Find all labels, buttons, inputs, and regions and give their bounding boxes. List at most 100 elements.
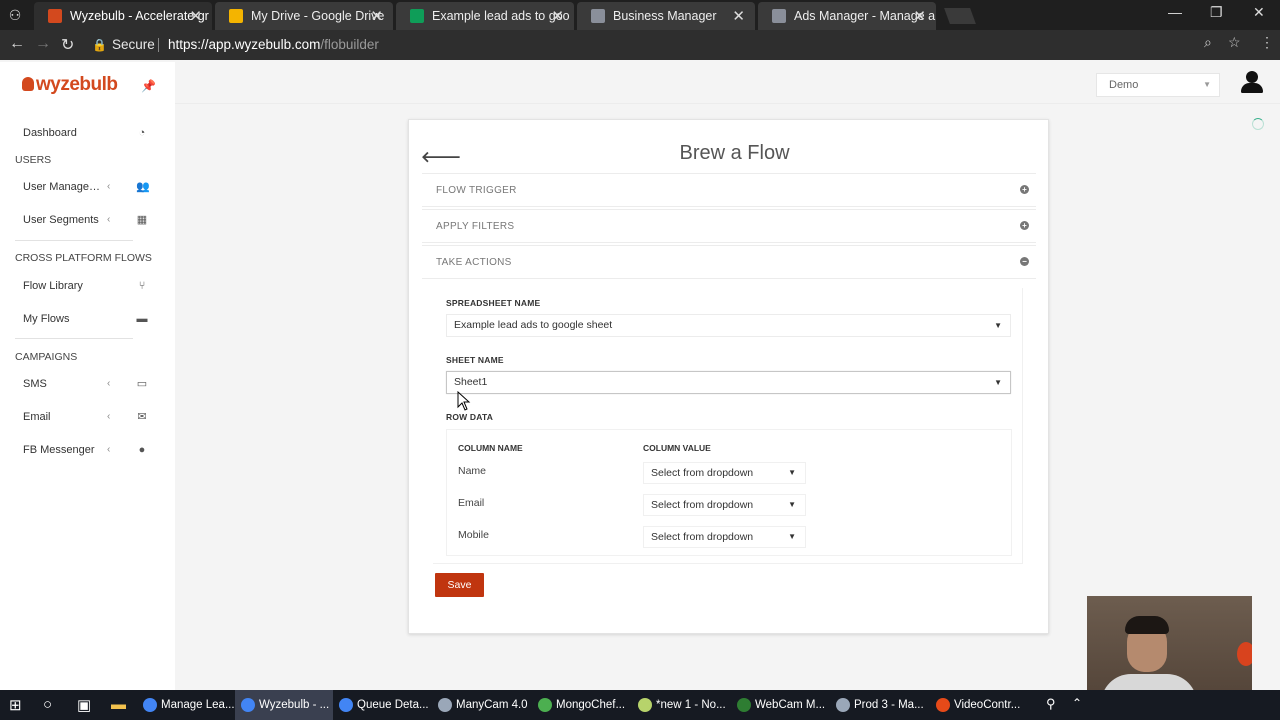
row-name-cell: Name [458, 465, 487, 477]
section-flow-trigger[interactable]: FLOW TRIGGER + [422, 173, 1036, 207]
zoom-icon[interactable]: ⌕ [1204, 34, 1212, 51]
column-value-select[interactable]: Select from dropdown ▼ [643, 526, 806, 548]
browser-tab-strip: ⚇ Wyzebulb - Accelerate gr ✕ My Drive - … [0, 0, 1280, 30]
sidebar-item-label: My Flows [23, 313, 70, 325]
column-value-select[interactable]: Select from dropdown ▼ [643, 462, 806, 484]
column-value-text: Select from dropdown [651, 467, 754, 479]
dashboard-gauge-icon: ◔ [138, 127, 146, 139]
sidebar-item-label: FB Messenger [23, 444, 95, 456]
address-bar[interactable]: 🔒 Secure https://app.wyzebulb.com/flobui… [86, 33, 1250, 57]
sidebar-item-flow-library[interactable]: Flow Library ⑂ [23, 277, 153, 295]
close-tab-icon[interactable]: ✕ [732, 5, 745, 29]
avatar-head [1246, 71, 1258, 83]
taskbar-item[interactable]: Queue Deta... [333, 690, 431, 720]
file-explorer-icon[interactable]: ▬ [111, 696, 126, 713]
browser-profile-icon[interactable]: ⚇ [6, 6, 24, 24]
spreadsheet-name-label: SPREADSHEET NAME [446, 298, 541, 308]
collapse-minus-icon[interactable]: − [1020, 257, 1029, 266]
tab-wyzebulb[interactable]: Wyzebulb - Accelerate gr ✕ [34, 2, 212, 30]
close-tab-icon[interactable]: ✕ [551, 5, 564, 29]
people-icon[interactable]: ⚲ [1046, 696, 1056, 712]
section-take-actions[interactable]: TAKE ACTIONS − [422, 245, 1036, 279]
sheet-name-value: Sheet1 [454, 376, 488, 388]
restore-icon[interactable]: ❐ [1210, 4, 1223, 21]
taskbar-item-label: Prod 3 - Ma... [854, 699, 924, 711]
taskbar-item[interactable]: Prod 3 - Ma... [830, 690, 928, 720]
tab-title: My Drive - Google Drive [251, 9, 385, 23]
sidebar-item-my-flows[interactable]: My Flows ▬ [23, 310, 153, 328]
campaigns-heading: CAMPAIGNS [15, 351, 78, 363]
flow-branch-icon: ⑂ [138, 280, 146, 292]
close-window-icon[interactable]: ✕ [1253, 4, 1265, 21]
tab-ads-manager[interactable]: Ads Manager - Manage a ✕ [758, 2, 936, 30]
sidebar-item-label: Dashboard [23, 127, 77, 139]
sidebar-item-user-management[interactable]: User Managem... ‹ 👥 [23, 178, 153, 196]
sidebar-item-user-segments[interactable]: User Segments ‹ ▦ [23, 211, 153, 229]
page-favicon-icon [591, 9, 605, 23]
sidebar-item-dashboard[interactable]: Dashboard ◔ [23, 124, 153, 142]
bulb-logo-icon [22, 77, 34, 91]
search-circle-icon[interactable]: ○ [43, 696, 52, 713]
close-tab-icon[interactable]: ✕ [189, 5, 202, 29]
minimize-icon[interactable]: — [1168, 4, 1182, 20]
taskbar-item[interactable]: Wyzebulb - ... [235, 690, 333, 720]
section-apply-filters[interactable]: APPLY FILTERS + [422, 209, 1036, 243]
new-tab-button[interactable] [944, 8, 976, 24]
chevron-left-icon: ‹ [107, 378, 111, 389]
taskbar-item[interactable]: MongoChef... [532, 690, 630, 720]
taskbar-item[interactable]: WebCam M... [731, 690, 829, 720]
row-name-cell: Email [458, 497, 485, 509]
secure-label: Secure [112, 37, 155, 52]
taskbar-item[interactable]: ManyCam 4.0 [432, 690, 530, 720]
browser-menu-icon[interactable]: ⋮ [1260, 34, 1274, 51]
windows-start-icon[interactable]: ⊞ [9, 696, 22, 714]
tab-google-drive[interactable]: My Drive - Google Drive ✕ [215, 2, 393, 30]
user-avatar-icon[interactable] [1241, 71, 1263, 95]
close-tab-icon[interactable]: ✕ [370, 5, 383, 29]
account-select[interactable]: Demo ▼ [1096, 73, 1220, 97]
taskbar-item-label: Manage Lea... [161, 699, 235, 711]
taskbar-item-label: MongoChef... [556, 699, 626, 711]
sidebar-item-fb-messenger[interactable]: FB Messenger ‹ ● [23, 441, 153, 459]
taskbar-item[interactable]: VideoContr... [930, 690, 1028, 720]
tab-title: Example lead ads to goo [432, 9, 570, 23]
page-title: Brew a Flow [679, 142, 790, 164]
column-value-text: Select from dropdown [651, 531, 754, 543]
spreadsheet-name-select[interactable]: Example lead ads to google sheet ▼ [446, 314, 1011, 337]
pin-icon[interactable]: 📌 [141, 79, 156, 93]
tab-business-manager[interactable]: Business Manager ✕ [577, 2, 755, 30]
close-tab-icon[interactable]: ✕ [913, 5, 926, 29]
taskbar-item-label: *new 1 - No... [656, 699, 726, 711]
taskbar-item-label: VideoContr... [954, 699, 1021, 711]
page-favicon-icon [772, 9, 786, 23]
chrome-icon [241, 698, 255, 712]
webcam-lamp [1237, 642, 1252, 666]
sidebar-item-email[interactable]: Email ‹ ✉ [23, 408, 153, 426]
reload-icon[interactable]: ↻ [61, 35, 74, 55]
back-arrow-icon[interactable]: ← [9, 35, 25, 53]
logo-text: wyzebulb [36, 74, 118, 95]
task-view-icon[interactable]: ▣ [77, 696, 91, 714]
column-value-select[interactable]: Select from dropdown ▼ [643, 494, 806, 516]
sidebar-item-label: Flow Library [23, 280, 83, 292]
column-value-text: Select from dropdown [651, 499, 754, 511]
save-button[interactable]: Save [435, 573, 484, 597]
tab-google-sheet[interactable]: Example lead ads to goo ✕ [396, 2, 574, 30]
expand-plus-icon[interactable]: + [1020, 221, 1029, 230]
row-data-table: COLUMN NAME COLUMN VALUE Name Select fro… [446, 429, 1012, 556]
mongochef-icon [538, 698, 552, 712]
taskbar-item-label: ManyCam 4.0 [456, 699, 528, 711]
sheet-name-select[interactable]: Sheet1 ▼ [446, 371, 1011, 394]
users-icon: 👥 [136, 181, 150, 193]
account-select-value: Demo [1109, 79, 1139, 91]
loading-spinner-icon [1252, 118, 1264, 130]
expand-plus-icon[interactable]: + [1020, 185, 1029, 194]
sidebar-item-sms[interactable]: SMS ‹ ▭ [23, 375, 153, 393]
taskbar-item[interactable]: *new 1 - No... [632, 690, 730, 720]
caret-down-icon: ▼ [788, 532, 796, 541]
taskbar-item[interactable]: Manage Lea... [137, 690, 235, 720]
url-path: /flobuilder [320, 37, 379, 52]
bookmark-star-icon[interactable]: ☆ [1228, 34, 1241, 51]
tray-expand-icon[interactable]: ⌃ [1072, 696, 1082, 710]
forward-arrow-icon[interactable]: → [35, 35, 51, 53]
